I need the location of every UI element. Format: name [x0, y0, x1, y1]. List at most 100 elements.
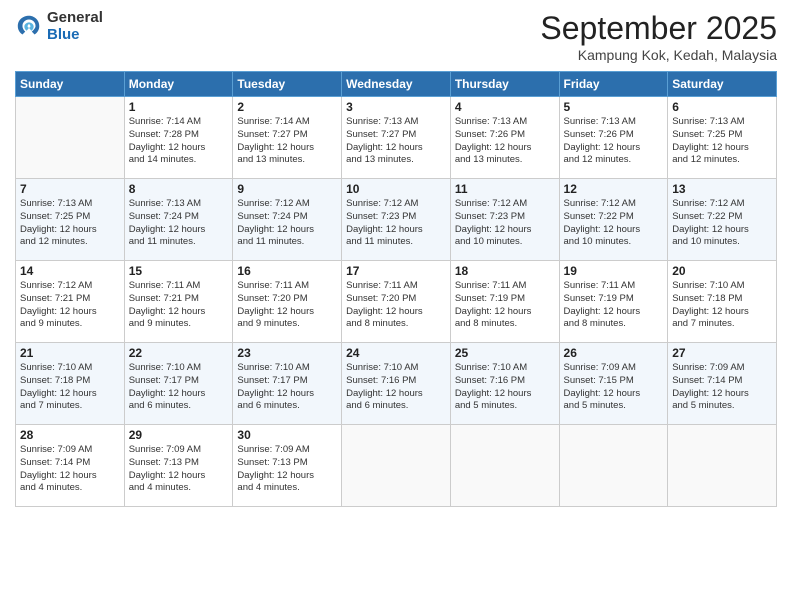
table-cell: 16 Sunrise: 7:11 AM Sunset: 7:20 PM Dayli… — [233, 261, 342, 343]
cell-info: Sunrise: 7:13 AM Sunset: 7:26 PM Dayligh… — [455, 116, 555, 167]
day-number: 11 — [455, 182, 555, 196]
table-cell: 24 Sunrise: 7:10 AM Sunset: 7:16 PM Dayli… — [342, 343, 451, 425]
header: General Blue September 2025 Kampung Kok,… — [15, 10, 777, 63]
cell-info: Sunrise: 7:12 AM Sunset: 7:23 PM Dayligh… — [455, 198, 555, 249]
table-cell: 28 Sunrise: 7:09 AM Sunset: 7:14 PM Dayli… — [16, 425, 125, 507]
logo-text: General Blue — [47, 10, 103, 43]
cell-info: Sunrise: 7:11 AM Sunset: 7:19 PM Dayligh… — [564, 280, 664, 331]
cell-info: Sunrise: 7:14 AM Sunset: 7:27 PM Dayligh… — [237, 116, 337, 167]
calendar-table: Sunday Monday Tuesday Wednesday Thursday… — [15, 71, 777, 507]
cell-info: Sunrise: 7:11 AM Sunset: 7:20 PM Dayligh… — [237, 280, 337, 331]
location: Kampung Kok, Kedah, Malaysia — [540, 47, 777, 63]
cell-info: Sunrise: 7:09 AM Sunset: 7:13 PM Dayligh… — [237, 444, 337, 495]
cell-info: Sunrise: 7:10 AM Sunset: 7:16 PM Dayligh… — [346, 362, 446, 413]
day-number: 13 — [672, 182, 772, 196]
table-cell — [16, 97, 125, 179]
cell-info: Sunrise: 7:11 AM Sunset: 7:20 PM Dayligh… — [346, 280, 446, 331]
cell-info: Sunrise: 7:10 AM Sunset: 7:18 PM Dayligh… — [672, 280, 772, 331]
header-monday: Monday — [124, 72, 233, 97]
logo-icon — [15, 13, 43, 41]
cell-info: Sunrise: 7:09 AM Sunset: 7:14 PM Dayligh… — [20, 444, 120, 495]
table-cell: 3 Sunrise: 7:13 AM Sunset: 7:27 PM Daylig… — [342, 97, 451, 179]
day-number: 25 — [455, 346, 555, 360]
day-number: 22 — [129, 346, 229, 360]
day-number: 17 — [346, 264, 446, 278]
logo-general: General — [47, 10, 103, 27]
day-number: 9 — [237, 182, 337, 196]
day-number: 21 — [20, 346, 120, 360]
table-cell: 29 Sunrise: 7:09 AM Sunset: 7:13 PM Dayli… — [124, 425, 233, 507]
day-number: 4 — [455, 100, 555, 114]
table-cell: 9Sunrise: 7:12 AM Sunset: 7:24 PM Daylig… — [233, 179, 342, 261]
table-cell: 10Sunrise: 7:12 AM Sunset: 7:23 PM Dayli… — [342, 179, 451, 261]
table-cell: 25 Sunrise: 7:10 AM Sunset: 7:16 PM Dayli… — [450, 343, 559, 425]
cell-info: Sunrise: 7:11 AM Sunset: 7:19 PM Dayligh… — [455, 280, 555, 331]
day-number: 2 — [237, 100, 337, 114]
cell-info: Sunrise: 7:09 AM Sunset: 7:15 PM Dayligh… — [564, 362, 664, 413]
table-cell — [559, 425, 668, 507]
table-cell: 6 Sunrise: 7:13 AM Sunset: 7:25 PM Daylig… — [668, 97, 777, 179]
table-cell — [342, 425, 451, 507]
cell-info: Sunrise: 7:14 AM Sunset: 7:28 PM Dayligh… — [129, 116, 229, 167]
table-cell — [668, 425, 777, 507]
table-cell: 20 Sunrise: 7:10 AM Sunset: 7:18 PM Dayli… — [668, 261, 777, 343]
table-cell — [450, 425, 559, 507]
cell-info: Sunrise: 7:09 AM Sunset: 7:14 PM Dayligh… — [672, 362, 772, 413]
table-cell: 8Sunrise: 7:13 AM Sunset: 7:24 PM Daylig… — [124, 179, 233, 261]
day-number: 29 — [129, 428, 229, 442]
table-cell: 12Sunrise: 7:12 AM Sunset: 7:22 PM Dayli… — [559, 179, 668, 261]
day-number: 18 — [455, 264, 555, 278]
day-number: 10 — [346, 182, 446, 196]
table-cell: 13Sunrise: 7:12 AM Sunset: 7:22 PM Dayli… — [668, 179, 777, 261]
table-cell: 22Sunrise: 7:10 AM Sunset: 7:17 PM Dayli… — [124, 343, 233, 425]
header-sunday: Sunday — [16, 72, 125, 97]
logo: General Blue — [15, 10, 103, 43]
table-cell: 19Sunrise: 7:11 AM Sunset: 7:19 PM Dayli… — [559, 261, 668, 343]
day-number: 5 — [564, 100, 664, 114]
day-number: 16 — [237, 264, 337, 278]
table-cell: 26Sunrise: 7:09 AM Sunset: 7:15 PM Dayli… — [559, 343, 668, 425]
table-cell: 23 Sunrise: 7:10 AM Sunset: 7:17 PM Dayli… — [233, 343, 342, 425]
table-cell: 18 Sunrise: 7:11 AM Sunset: 7:19 PM Dayli… — [450, 261, 559, 343]
day-number: 20 — [672, 264, 772, 278]
table-cell: 2 Sunrise: 7:14 AM Sunset: 7:27 PM Daylig… — [233, 97, 342, 179]
day-number: 23 — [237, 346, 337, 360]
table-cell: 1 Sunrise: 7:14 AM Sunset: 7:28 PM Daylig… — [124, 97, 233, 179]
table-cell: 7 Sunrise: 7:13 AM Sunset: 7:25 PM Daylig… — [16, 179, 125, 261]
header-friday: Friday — [559, 72, 668, 97]
cell-info: Sunrise: 7:10 AM Sunset: 7:16 PM Dayligh… — [455, 362, 555, 413]
calendar-row: 21 Sunrise: 7:10 AM Sunset: 7:18 PM Dayli… — [16, 343, 777, 425]
page: General Blue September 2025 Kampung Kok,… — [0, 0, 792, 612]
cell-info: Sunrise: 7:10 AM Sunset: 7:18 PM Dayligh… — [20, 362, 120, 413]
day-number: 30 — [237, 428, 337, 442]
cell-info: Sunrise: 7:13 AM Sunset: 7:26 PM Dayligh… — [564, 116, 664, 167]
calendar-row: 14Sunrise: 7:12 AM Sunset: 7:21 PM Dayli… — [16, 261, 777, 343]
cell-info: Sunrise: 7:13 AM Sunset: 7:27 PM Dayligh… — [346, 116, 446, 167]
day-number: 7 — [20, 182, 120, 196]
table-cell: 11 Sunrise: 7:12 AM Sunset: 7:23 PM Dayli… — [450, 179, 559, 261]
cell-info: Sunrise: 7:11 AM Sunset: 7:21 PM Dayligh… — [129, 280, 229, 331]
day-number: 6 — [672, 100, 772, 114]
header-tuesday: Tuesday — [233, 72, 342, 97]
table-cell: 5 Sunrise: 7:13 AM Sunset: 7:26 PM Daylig… — [559, 97, 668, 179]
table-cell: 14Sunrise: 7:12 AM Sunset: 7:21 PM Dayli… — [16, 261, 125, 343]
month-title: September 2025 — [540, 10, 777, 47]
header-thursday: Thursday — [450, 72, 559, 97]
day-number: 24 — [346, 346, 446, 360]
table-cell: 17 Sunrise: 7:11 AM Sunset: 7:20 PM Dayli… — [342, 261, 451, 343]
header-wednesday: Wednesday — [342, 72, 451, 97]
day-number: 1 — [129, 100, 229, 114]
day-number: 3 — [346, 100, 446, 114]
day-number: 28 — [20, 428, 120, 442]
title-block: September 2025 Kampung Kok, Kedah, Malay… — [540, 10, 777, 63]
cell-info: Sunrise: 7:13 AM Sunset: 7:25 PM Dayligh… — [672, 116, 772, 167]
day-number: 12 — [564, 182, 664, 196]
table-cell: 30 Sunrise: 7:09 AM Sunset: 7:13 PM Dayli… — [233, 425, 342, 507]
cell-info: Sunrise: 7:10 AM Sunset: 7:17 PM Dayligh… — [237, 362, 337, 413]
day-number: 15 — [129, 264, 229, 278]
day-number: 14 — [20, 264, 120, 278]
weekday-header-row: Sunday Monday Tuesday Wednesday Thursday… — [16, 72, 777, 97]
cell-info: Sunrise: 7:13 AM Sunset: 7:25 PM Dayligh… — [20, 198, 120, 249]
cell-info: Sunrise: 7:09 AM Sunset: 7:13 PM Dayligh… — [129, 444, 229, 495]
table-cell: 4 Sunrise: 7:13 AM Sunset: 7:26 PM Daylig… — [450, 97, 559, 179]
